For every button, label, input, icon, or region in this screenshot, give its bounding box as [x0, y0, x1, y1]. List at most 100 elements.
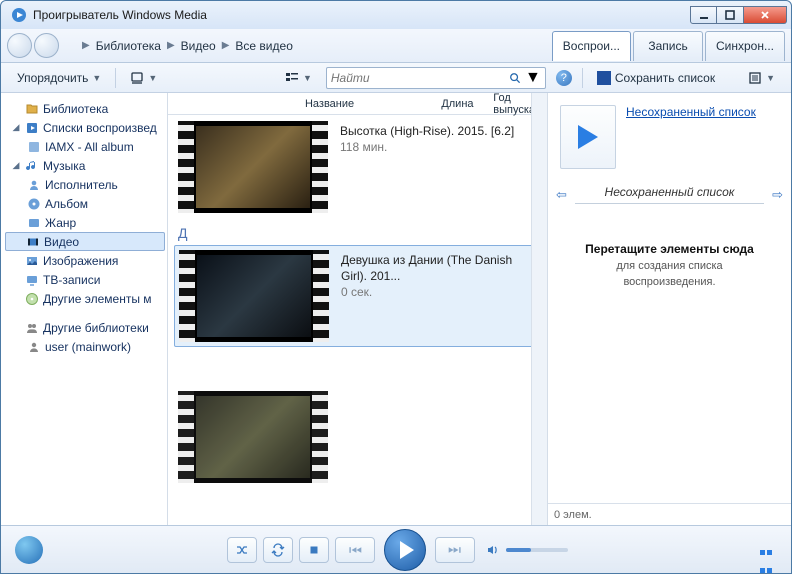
collapse-icon[interactable]: ◢: [11, 122, 21, 133]
nav-forward-button[interactable]: [34, 33, 59, 58]
volume-icon: [486, 543, 500, 557]
drop-sub1: для создания списка: [616, 260, 722, 272]
breadcrumb-all-video[interactable]: Все видео: [235, 39, 292, 53]
tree-artist[interactable]: Исполнитель: [5, 175, 165, 194]
stop-button[interactable]: [299, 537, 329, 563]
tree-library[interactable]: Библиотека: [5, 99, 165, 118]
app-window: Проигрыватель Windows Media ▶ Библиотека…: [0, 0, 792, 574]
volume-slider[interactable]: [506, 548, 568, 552]
stream-icon: [130, 71, 144, 85]
video-thumbnail: [179, 250, 329, 342]
tab-burn[interactable]: Запись: [633, 31, 703, 61]
prev-icon: [348, 543, 362, 557]
save-list-label: Сохранить список: [615, 71, 715, 85]
col-name[interactable]: Название: [297, 98, 433, 110]
tree-label: Библиотека: [43, 102, 108, 116]
playlist-thumb[interactable]: [560, 105, 616, 169]
album-icon: [27, 197, 41, 211]
video-item[interactable]: Девушка из Дании (The Danish Girl). 201.…: [174, 245, 541, 347]
organize-label: Упорядочить: [17, 71, 88, 85]
disc-icon: [25, 292, 39, 306]
main-pane: Название Длина Год выпуска Высотка (High…: [167, 93, 548, 525]
nav-tree: Библиотека ◢ Списки воспроизвед IAMX - A…: [1, 93, 167, 525]
playlist-nav-title: Несохраненный список: [575, 185, 764, 204]
search-input[interactable]: [331, 71, 509, 85]
tree-label: Жанр: [45, 216, 76, 230]
maximize-button[interactable]: [717, 6, 744, 24]
media-guide-button[interactable]: [15, 536, 43, 564]
chevron-right-icon: ▶: [82, 40, 90, 51]
tree-genre[interactable]: Жанр: [5, 213, 165, 232]
video-thumbnail: [178, 391, 328, 483]
stop-icon: [307, 543, 321, 557]
libraries-icon: [25, 321, 39, 335]
tree-playlists[interactable]: ◢ Списки воспроизвед: [5, 118, 165, 137]
viewmode-button[interactable]: ▼: [277, 67, 320, 89]
artist-icon: [27, 178, 41, 192]
video-meta: Высотка (High-Rise). 2015. [6.2] 118 мин…: [340, 121, 514, 155]
video-list: Высотка (High-Rise). 2015. [6.2] 118 мин…: [168, 115, 547, 525]
tree-other-libs[interactable]: Другие библиотеки: [5, 318, 165, 337]
organize-button[interactable]: Упорядочить ▼: [9, 67, 109, 89]
close-button[interactable]: [744, 6, 787, 24]
search-box[interactable]: ▼: [326, 67, 546, 89]
video-item[interactable]: Высотка (High-Rise). 2015. [6.2] 118 мин…: [174, 117, 541, 217]
tree-user[interactable]: user (mainwork): [5, 337, 165, 356]
video-duration: 118 мин.: [340, 139, 514, 155]
chevron-down-icon: ▼: [92, 73, 101, 83]
repeat-button[interactable]: [263, 537, 293, 563]
tv-icon: [25, 273, 39, 287]
volume-control[interactable]: [486, 543, 568, 557]
tree-other-media[interactable]: Другие элементы м: [5, 289, 165, 308]
playlist-drop-area[interactable]: Перетащите элементы сюда для создания сп…: [548, 208, 791, 503]
drop-title: Перетащите элементы сюда: [585, 242, 754, 256]
nav-back-button[interactable]: [7, 33, 32, 58]
address-bar: ▶ Библиотека ▶ Видео ▶ Все видео Воспрои…: [1, 29, 791, 63]
title-bar: Проигрыватель Windows Media: [1, 1, 791, 29]
clear-list-button[interactable]: ▼: [740, 67, 783, 89]
collapse-icon[interactable]: ◢: [11, 160, 21, 171]
breadcrumb-video[interactable]: Видео: [181, 39, 216, 53]
chevron-right-icon: ▶: [167, 40, 175, 51]
content-area: Библиотека ◢ Списки воспроизвед IAMX - A…: [1, 93, 791, 525]
save-icon: [597, 71, 611, 85]
tree-tvrec[interactable]: ТВ-записи: [5, 270, 165, 289]
minimize-button[interactable]: [690, 6, 717, 24]
breadcrumb-library[interactable]: Библиотека: [96, 39, 161, 53]
tree-images[interactable]: Изображения: [5, 251, 165, 270]
breadcrumb[interactable]: ▶ Библиотека ▶ Видео ▶ Все видео: [71, 34, 546, 58]
list-icon: [748, 71, 762, 85]
tree-album[interactable]: Альбом: [5, 194, 165, 213]
prev-list-button[interactable]: ⇦: [556, 187, 567, 203]
unsaved-list-link[interactable]: Несохраненный список: [626, 105, 756, 119]
library-icon: [25, 102, 39, 116]
video-meta: Девушка из Дании (The Danish Girl). 201.…: [341, 250, 536, 301]
play-icon: [578, 125, 598, 149]
tree-label: Музыка: [43, 159, 85, 173]
tree-label: Изображения: [43, 254, 118, 268]
tree-label: Списки воспроизвед: [43, 121, 157, 135]
save-list-button[interactable]: Сохранить список: [589, 67, 723, 89]
help-button[interactable]: ?: [556, 70, 572, 86]
switch-to-nowplaying-button[interactable]: [759, 543, 777, 557]
stream-button[interactable]: ▼: [122, 67, 165, 89]
shuffle-button[interactable]: [227, 537, 257, 563]
tree-iamx[interactable]: IAMX - All album: [5, 137, 165, 156]
video-thumbnail: [178, 121, 328, 213]
video-item[interactable]: [174, 387, 541, 487]
tab-play[interactable]: Воспрои...: [552, 31, 631, 61]
prev-button[interactable]: [335, 537, 375, 563]
play-button[interactable]: [384, 529, 426, 571]
tree-video[interactable]: Видео: [5, 232, 165, 251]
scrollbar[interactable]: [531, 93, 547, 525]
video-title: Высотка (High-Rise). 2015. [6.2]: [340, 123, 514, 139]
playlist-header: Несохраненный список: [548, 93, 791, 181]
shuffle-icon: [235, 543, 249, 557]
next-list-button[interactable]: ⇨: [772, 187, 783, 203]
tab-sync[interactable]: Синхрон...: [705, 31, 785, 61]
tree-music[interactable]: ◢ Музыка: [5, 156, 165, 175]
next-button[interactable]: [435, 537, 475, 563]
view-icon: [285, 71, 299, 85]
tree-label: ТВ-записи: [43, 273, 100, 287]
col-length[interactable]: Длина: [433, 98, 485, 110]
